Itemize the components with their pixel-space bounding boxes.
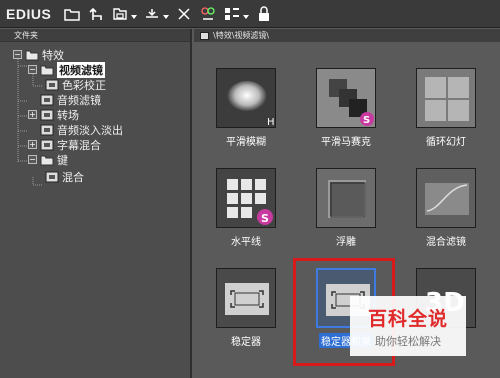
- effect-label: 循环幻灯: [426, 137, 466, 148]
- tree-item-label: 特效: [42, 48, 64, 62]
- tree-item-label: 键: [57, 153, 68, 167]
- folder-icon[interactable]: [63, 5, 81, 23]
- path-folder-icon: [200, 31, 209, 40]
- svg-text:S: S: [363, 115, 370, 126]
- loop-slide-icon: [416, 68, 476, 128]
- effect-label: 平滑马赛克: [321, 137, 371, 148]
- folder-icon: [40, 154, 54, 166]
- tree-item-label: 混合: [62, 170, 84, 184]
- chevron-down-icon[interactable]: [242, 5, 249, 23]
- chevron-down-icon[interactable]: [130, 5, 137, 23]
- tree-item-label: 音频滤镜: [57, 93, 101, 107]
- effect-label: 水平线: [231, 237, 261, 248]
- folder-tree-pane: 文件夹 − 特效 − 视频滤镜 色彩校正 音频滤镜 + 转场 音频淡入淡出 + …: [0, 29, 192, 378]
- effect-emboss[interactable]: 浮雕: [301, 168, 391, 248]
- watermark-subtitle: 助你轻松解决: [375, 334, 441, 348]
- properties-icon[interactable]: [199, 5, 217, 23]
- tree-item-audio-fade[interactable]: 音频淡入淡出: [28, 122, 123, 137]
- effect-icon: [45, 171, 59, 183]
- effect-icon: [40, 124, 54, 136]
- folder-icon: [25, 49, 39, 61]
- smooth-blur-icon: Hi: [216, 68, 276, 128]
- effect-smooth-mosaic[interactable]: S 平滑马赛克: [301, 68, 391, 148]
- horizontal-lines-icon: S: [216, 168, 276, 228]
- watermark-title: 百科全说: [367, 307, 448, 330]
- tree-item-label: 转场: [57, 108, 79, 122]
- effect-loop-slide[interactable]: 循环幻灯: [401, 68, 491, 148]
- folder-pane-header: 文件夹: [0, 29, 190, 42]
- tree-item-title-mix[interactable]: + 字幕混合: [28, 137, 101, 152]
- effect-horizontal-lines[interactable]: S 水平线: [201, 168, 291, 248]
- collapse-icon[interactable]: −: [28, 155, 37, 164]
- import-icon[interactable]: [143, 5, 161, 23]
- svg-text:S: S: [261, 212, 269, 225]
- collapse-icon[interactable]: −: [13, 50, 22, 59]
- collapse-icon[interactable]: −: [28, 65, 37, 74]
- view-mode-icon[interactable]: [223, 5, 241, 23]
- tree-item-label: 音频淡入淡出: [57, 123, 123, 137]
- effect-label: 稳定器: [231, 337, 261, 348]
- app-title: EDIUS: [6, 5, 52, 22]
- tree-item-keys[interactable]: − 键: [28, 152, 68, 167]
- expand-icon[interactable]: +: [28, 110, 37, 119]
- effect-label: 混合滤镜: [426, 237, 466, 248]
- delete-icon[interactable]: [175, 5, 193, 23]
- lock-icon[interactable]: [255, 5, 273, 23]
- copy-folder-icon[interactable]: [111, 5, 129, 23]
- effect-label: 浮雕: [336, 237, 356, 248]
- chevron-down-icon[interactable]: [162, 5, 169, 23]
- path-text: \特效\视频滤镜\: [213, 31, 270, 40]
- tree-item-video-filters[interactable]: − 视频滤镜: [28, 61, 105, 78]
- smooth-mosaic-icon: S: [316, 68, 376, 128]
- folder-icon: [40, 64, 54, 76]
- blend-filter-icon: [416, 168, 476, 228]
- svg-text:Hi: Hi: [267, 117, 276, 128]
- emboss-icon: [316, 168, 376, 228]
- stabilizer-icon: [216, 268, 276, 328]
- path-bar: \特效\视频滤镜\: [194, 29, 500, 42]
- effect-icon: [40, 139, 54, 151]
- effect-label: 平滑模糊: [226, 137, 266, 148]
- tree-item-label: 字幕混合: [57, 138, 101, 152]
- tree-item-color-correction[interactable]: 色彩校正: [45, 77, 106, 92]
- tree-item-transitions[interactable]: + 转场: [28, 107, 79, 122]
- effect-icon: [45, 79, 59, 91]
- tree-item-effects[interactable]: − 特效: [13, 47, 64, 62]
- up-arrow-icon[interactable]: [87, 5, 105, 23]
- effect-icon: [40, 94, 54, 106]
- effect-blend-filter[interactable]: 混合滤镜: [401, 168, 491, 248]
- effect-smooth-blur[interactable]: Hi 平滑模糊: [201, 68, 291, 148]
- main-toolbar: EDIUS: [0, 0, 500, 28]
- effect-stabilizer[interactable]: 稳定器: [201, 268, 291, 348]
- effect-icon: [40, 109, 54, 121]
- tree-item-label: 色彩校正: [62, 78, 106, 92]
- tree-item-audio-filters[interactable]: 音频滤镜: [28, 92, 101, 107]
- tree-item-blend[interactable]: 混合: [45, 169, 84, 184]
- expand-icon[interactable]: +: [28, 140, 37, 149]
- watermark: 百科全说 助你轻松解决: [350, 296, 466, 356]
- tree-item-label: 视频滤镜: [57, 61, 105, 78]
